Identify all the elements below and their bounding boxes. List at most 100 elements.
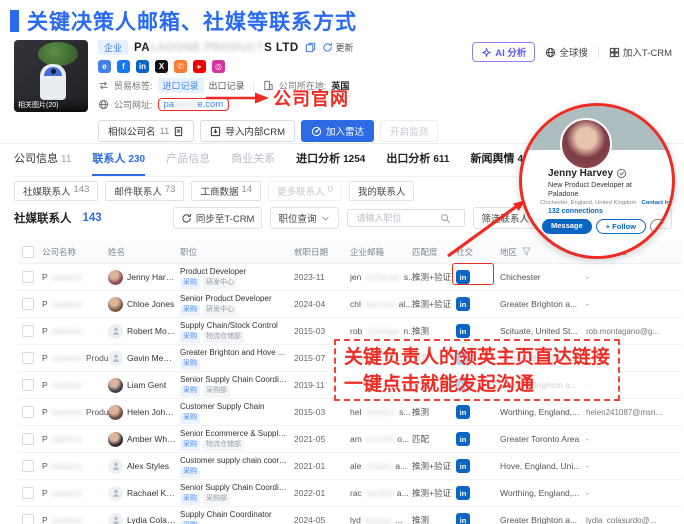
row-checkbox[interactable] [22,406,34,418]
email-cell: robmontagan... [350,326,412,336]
header-label: 姓名 [108,246,125,258]
contact-info-link[interactable]: Contact info [642,200,675,206]
subtab-我的联系人[interactable]: 我的联系人 [349,181,415,201]
import-crm-button[interactable]: 导入内部CRM [200,120,295,142]
date-cell: 2021-01 [294,461,350,471]
avatar [108,432,123,447]
subtab-count: 143 [74,184,90,198]
linkedin-icon[interactable]: in [456,459,470,473]
linkedin-icon[interactable]: in [136,60,149,73]
website-link[interactable]: paladone.com [158,98,230,111]
company-cell: Paladone Produc... [42,353,108,363]
tab-label: 产品信息 [166,150,210,166]
row-checkbox-cell [18,487,42,499]
row-checkbox[interactable] [22,433,34,445]
blog-icon[interactable]: e [98,60,111,73]
global-search-button[interactable]: 全球搜 [545,45,588,59]
header-checkbox[interactable] [22,246,34,258]
email-cell: jennyharveys... [350,272,412,282]
tab-公司信息[interactable]: 公司信息11 [14,150,71,176]
linkedin-icon[interactable]: in [456,297,470,311]
tab-label: 商业关系 [231,150,275,166]
join-radar-button[interactable]: 加入雷达 [301,120,374,142]
region-filter-icon[interactable] [521,246,532,257]
more-button[interactable]: More [650,219,675,234]
position-cell: Customer supply chain coordinator采购 [180,454,294,478]
linkedin-icon[interactable]: in [456,432,470,446]
name-cell: Liam Gent [108,378,180,393]
linkedin-icon[interactable]: in [456,486,470,500]
website-label: 公司网址: [114,98,153,111]
linkedin-icon[interactable]: in [456,513,470,524]
tab-商业关系[interactable]: 商业关系 [231,150,275,176]
import-record-tag[interactable]: 进口记录 [158,78,204,93]
row-checkbox-cell [18,406,42,418]
name-cell: Helen Johnstone [108,405,180,420]
ai-analysis-button[interactable]: AI 分析 [472,42,535,62]
position-cell: Senior Product Developer采购研发中心 [180,292,294,316]
join-tcrm-button[interactable]: 加入T-CRM [609,45,672,59]
subtab-工商数据[interactable]: 工商数据14 [191,181,261,201]
row-checkbox[interactable] [22,460,34,472]
follow-button[interactable]: + Follow [596,219,646,234]
tab-联系人[interactable]: 联系人230 [92,150,145,176]
subtab-邮件联系人[interactable]: 邮件联系人73 [105,181,184,201]
x-icon[interactable]: X [155,60,168,73]
separator: | [253,81,255,91]
region-cell: Worthing, England,... [500,488,586,498]
header-label: 公司名称 [42,246,76,258]
globe-icon [98,99,109,110]
row-checkbox[interactable] [22,379,34,391]
company-name: PALADONE PRODUCTS LTD [134,42,299,54]
row-checkbox[interactable] [22,514,34,524]
tab-新闻舆情[interactable]: 新闻舆情4 [470,150,523,176]
position-tags: 采购研发中心 [180,278,290,289]
date-cell: 2022-01 [294,488,350,498]
header-企业邮箱: 企业邮箱 [350,246,412,258]
profile-location-text: Chichester, England, United Kingdom · [540,200,642,206]
position-title: Customer Supply Chain [180,402,290,412]
subtab-更多联系人[interactable]: 更多联系人0 [268,181,342,201]
linkedin-profile-callout: Jenny Harvey New Product Developer at Pa… [519,103,675,259]
position-search-input[interactable] [354,212,440,224]
phone-icon[interactable]: ✆ [174,60,187,73]
search-icon[interactable] [440,213,451,224]
position-tag: 采购部 [203,386,230,397]
join-radar-label: 加入雷达 [326,124,364,138]
tab-count: 1254 [343,154,365,165]
copy-icon[interactable] [305,42,316,53]
subtab-label: 邮件联系人 [114,184,162,198]
tab-产品信息[interactable]: 产品信息 [166,150,210,176]
instagram-icon[interactable]: ◎ [212,60,225,73]
tab-出口分析[interactable]: 出口分析611 [386,150,449,176]
refresh-button[interactable]: 更新 [322,41,354,54]
header-tools: AI 分析 全球搜 加入T-CRM [472,42,672,62]
linkedin-icon[interactable]: in [456,405,470,419]
position-tag: 物流仓储部 [203,332,244,343]
message-button[interactable]: Message [542,219,592,234]
company-photo[interactable]: 相关图片(20) [14,40,88,112]
position-cell: Supply Chain Coordinator采购 [180,508,294,524]
row-checkbox[interactable] [22,298,34,310]
row-checkbox[interactable] [22,487,34,499]
position-tag: 研发中心 [203,305,237,316]
facebook-icon[interactable]: f [117,60,130,73]
social-icon-row: efin X ✆ ▸ ◎ [98,60,438,73]
position-tag: 研发中心 [203,278,237,289]
tab-进口分析[interactable]: 进口分析1254 [296,150,365,176]
position-title: Product Developer [180,267,290,277]
export-record-tag[interactable]: 出口记录 [209,79,245,92]
start-monitor-button[interactable]: 开启监测 [380,120,438,142]
grid-icon [609,47,620,58]
subtab-社媒联系人[interactable]: 社媒联系人143 [14,181,98,201]
position-query-dropdown[interactable]: 职位查询 [270,207,339,229]
extra-email-cell: - [586,300,682,309]
similar-companies-button[interactable]: 相似公司名 11 [98,120,194,142]
row-checkbox[interactable] [22,271,34,283]
youtube-icon[interactable]: ▸ [193,60,206,73]
row-checkbox[interactable] [22,352,34,364]
sync-tcrm-button[interactable]: 同步至T-CRM [173,207,263,229]
company-type-badge: 企业 [98,40,128,55]
row-checkbox[interactable] [22,325,34,337]
linkedin-icon[interactable]: in [456,324,470,338]
